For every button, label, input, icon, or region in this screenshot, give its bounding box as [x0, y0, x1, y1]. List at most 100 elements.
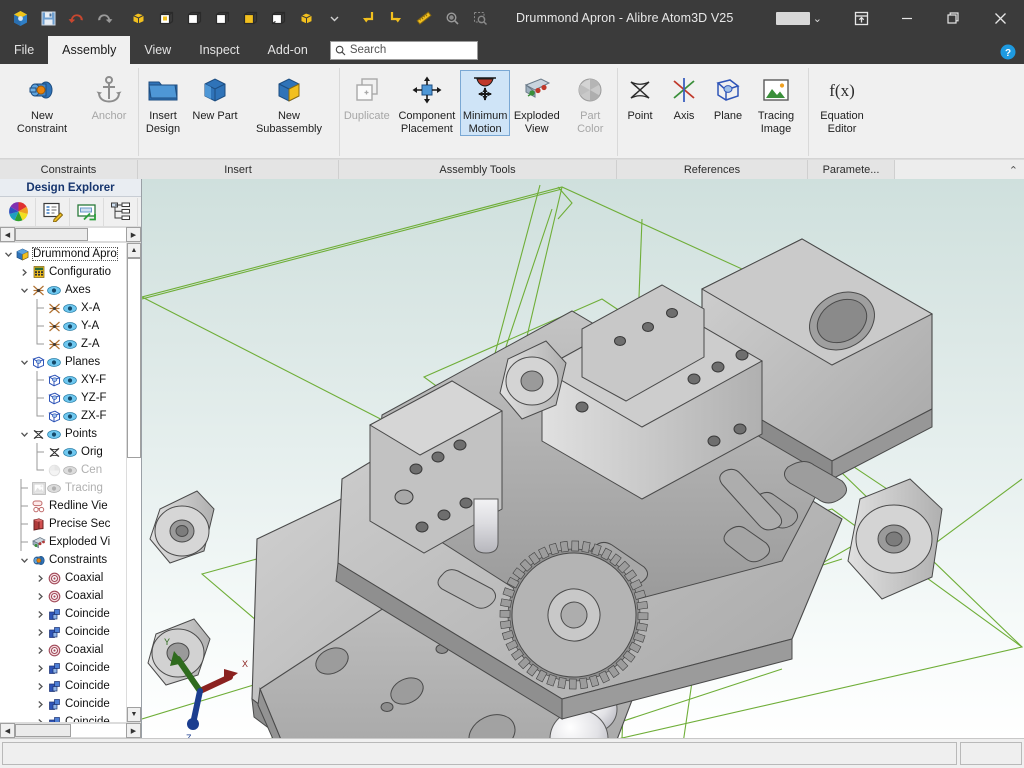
collapse-chevron-icon[interactable]: [34, 718, 47, 722]
plane-button[interactable]: Plane: [706, 70, 750, 123]
collapse-chevron-icon[interactable]: [34, 646, 47, 655]
part-color-button[interactable]: Part Color: [564, 70, 618, 135]
scroll-down-button[interactable]: ▼: [127, 707, 141, 722]
menu-item-view[interactable]: View: [130, 36, 185, 64]
help-button[interactable]: ?: [1000, 44, 1016, 65]
visibility-eye-icon[interactable]: [46, 483, 62, 493]
equation-editor-button[interactable]: f(x) Equation Editor: [809, 70, 875, 135]
undo-icon[interactable]: [62, 4, 90, 32]
account-pill[interactable]: [775, 11, 810, 25]
zoom-icon[interactable]: [438, 4, 466, 32]
collapse-chevron-icon[interactable]: [34, 610, 47, 619]
more-views-chevron-icon[interactable]: [320, 4, 348, 32]
properties-edit-icon[interactable]: [36, 197, 70, 226]
bottom-scroll-left[interactable]: ◀: [0, 723, 15, 738]
menu-item-addon[interactable]: Add-on: [254, 36, 322, 64]
tree-item[interactable]: Y-A: [0, 317, 126, 335]
component-placement-button[interactable]: Component Placement: [394, 70, 461, 135]
point-button[interactable]: Point: [618, 70, 662, 123]
3d-viewport[interactable]: X Y Z: [142, 179, 1024, 738]
color-wheel-icon[interactable]: [2, 197, 36, 226]
tree-item[interactable]: Z-A: [0, 335, 126, 353]
tree-item[interactable]: Axes: [0, 281, 126, 299]
visibility-eye-icon[interactable]: [46, 429, 62, 439]
scroll-up-button[interactable]: ▲: [127, 243, 141, 258]
search-box[interactable]: [329, 40, 478, 60]
tree-item[interactable]: Coincide: [0, 695, 126, 713]
tree-item[interactable]: Planes: [0, 353, 126, 371]
account-chevron-icon[interactable]: ⌄: [813, 12, 822, 25]
tree-item[interactable]: Coaxial: [0, 569, 126, 587]
visibility-eye-icon[interactable]: [62, 321, 78, 331]
tree-item[interactable]: Coincide: [0, 713, 126, 722]
shaded-view-icon[interactable]: [124, 4, 152, 32]
collapse-chevron-icon[interactable]: [34, 592, 47, 601]
expand-chevron-icon[interactable]: [18, 556, 31, 565]
expand-chevron-icon[interactable]: [18, 358, 31, 367]
collapse-chevron-icon[interactable]: [34, 682, 47, 691]
bottom-track[interactable]: [15, 723, 126, 738]
anchor-button[interactable]: Anchor: [84, 70, 134, 123]
zoom-window-icon[interactable]: [466, 4, 494, 32]
tree-item[interactable]: Coincide: [0, 659, 126, 677]
tree-view-icon[interactable]: [104, 197, 138, 226]
tree-item[interactable]: Coincide: [0, 677, 126, 695]
new-part-button[interactable]: New Part: [187, 70, 243, 123]
menu-item-file[interactable]: File: [0, 36, 48, 64]
visibility-eye-icon[interactable]: [62, 411, 78, 421]
search-input[interactable]: [349, 44, 473, 56]
tree-vertical-scrollbar[interactable]: ▲ ▼: [126, 243, 141, 722]
undo-view-icon[interactable]: [354, 4, 382, 32]
collapse-chevron-icon[interactable]: [34, 700, 47, 709]
tree-item[interactable]: Coincide: [0, 605, 126, 623]
tree-item[interactable]: Redline Vie: [0, 497, 126, 515]
tree-item[interactable]: Cen: [0, 461, 126, 479]
tree-item[interactable]: Configuratio: [0, 263, 126, 281]
wireframe-edges-icon[interactable]: [264, 4, 292, 32]
tree-item[interactable]: X-A: [0, 299, 126, 317]
visibility-eye-icon[interactable]: [62, 303, 78, 313]
scroll-left-button[interactable]: ◀: [0, 227, 15, 242]
solid-view-icon[interactable]: [292, 4, 320, 32]
tree-item[interactable]: Tracing: [0, 479, 126, 497]
hscroll-track[interactable]: [15, 227, 126, 242]
tree-item[interactable]: ZX-F: [0, 407, 126, 425]
tree-item[interactable]: Precise Sec: [0, 515, 126, 533]
wireframe-view-icon[interactable]: [152, 4, 180, 32]
expand-chevron-icon[interactable]: [2, 250, 15, 259]
collapse-chevron-icon[interactable]: [18, 268, 31, 277]
tree-item[interactable]: Coaxial: [0, 587, 126, 605]
collapse-chevron-icon[interactable]: [34, 664, 47, 673]
app-logo-icon[interactable]: [6, 4, 34, 32]
tree-item[interactable]: Coaxial: [0, 641, 126, 659]
tree-item[interactable]: Orig: [0, 443, 126, 461]
vscroll-track[interactable]: [127, 258, 141, 707]
exploded-view-button[interactable]: Exploded View: [510, 70, 564, 135]
visibility-eye-icon[interactable]: [62, 393, 78, 403]
collapse-chevron-icon[interactable]: [34, 574, 47, 583]
tree-item[interactable]: YZ-F: [0, 389, 126, 407]
tree-item[interactable]: Constraints: [0, 551, 126, 569]
tree-item[interactable]: Drummond Apro: [0, 245, 126, 263]
axis-button[interactable]: Axis: [662, 70, 706, 123]
design-tree[interactable]: Drummond Apro Configuratio Axes X-A Y-A Z-A Pl…: [0, 243, 126, 722]
tree-item[interactable]: Coincide: [0, 623, 126, 641]
save-icon[interactable]: [34, 4, 62, 32]
tree-item[interactable]: Exploded Vi: [0, 533, 126, 551]
new-subassembly-button[interactable]: New Subassembly: [243, 70, 335, 135]
ribbon-display-icon[interactable]: [838, 0, 884, 36]
redo-icon[interactable]: [90, 4, 118, 32]
ribbon-collapse-icon[interactable]: ⌃: [1009, 164, 1018, 177]
visibility-eye-icon[interactable]: [46, 357, 62, 367]
tracing-image-button[interactable]: Tracing Image: [750, 70, 802, 135]
insert-design-button[interactable]: Insert Design: [139, 70, 187, 135]
tree-item[interactable]: XY-F: [0, 371, 126, 389]
expand-chevron-icon[interactable]: [18, 430, 31, 439]
measure-icon[interactable]: [410, 4, 438, 32]
minimize-button[interactable]: [884, 0, 930, 36]
hscroll-thumb[interactable]: [15, 228, 89, 241]
menu-item-inspect[interactable]: Inspect: [185, 36, 253, 64]
collapse-chevron-icon[interactable]: [34, 628, 47, 637]
redo-view-icon[interactable]: [382, 4, 410, 32]
hidden-line-view-icon[interactable]: [180, 4, 208, 32]
